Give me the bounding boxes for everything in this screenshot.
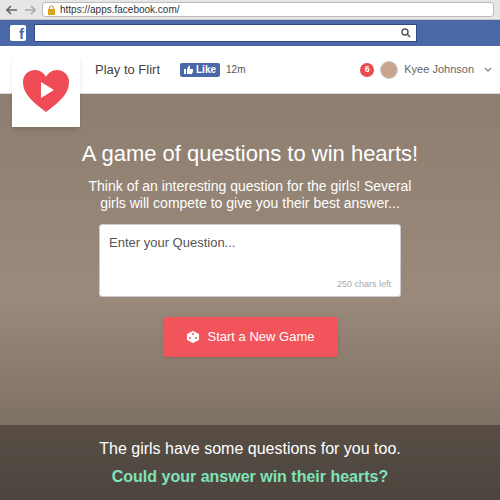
hero-title: A game of questions to win hearts!: [82, 140, 418, 168]
like-count: 12m: [226, 62, 245, 77]
question-input[interactable]: [109, 233, 391, 279]
thumbs-up-icon: [184, 65, 193, 74]
lock-icon: [47, 5, 56, 15]
notification-badge[interactable]: 6: [360, 63, 374, 77]
char-counter: 250 chars left: [337, 278, 391, 292]
facebook-logo[interactable]: f: [10, 25, 26, 41]
question-box: 250 chars left: [99, 224, 401, 297]
page: https://apps.facebook.com/ f Play to Fli…: [0, 0, 500, 500]
forward-icon[interactable]: [24, 5, 36, 15]
user-name[interactable]: Kyee Johnson: [404, 61, 474, 78]
footer-line: The girls have some questions for you to…: [99, 437, 401, 461]
address-bar[interactable]: https://apps.facebook.com/: [42, 2, 494, 17]
dice-icon: [186, 330, 200, 344]
footer-tagline: Could your answer win their hearts?: [112, 465, 389, 489]
start-game-label: Start a New Game: [208, 327, 315, 347]
footer-strip: The girls have some questions for you to…: [0, 425, 500, 500]
facebook-logo-text: f: [19, 26, 24, 41]
back-icon[interactable]: [6, 5, 18, 15]
browser-bar: https://apps.facebook.com/: [0, 0, 500, 20]
chevron-down-icon[interactable]: [484, 67, 492, 73]
app-name: Play to Flirt: [95, 60, 160, 80]
facebook-bar: f: [0, 20, 500, 46]
hero: A game of questions to win hearts! Think…: [0, 94, 500, 500]
notification-count: 6: [365, 65, 370, 74]
facebook-search[interactable]: [34, 24, 417, 42]
user-menu[interactable]: 6 Kyee Johnson: [360, 61, 492, 79]
url-text: https://apps.facebook.com/: [60, 5, 180, 15]
like-button[interactable]: Like: [180, 63, 220, 77]
avatar[interactable]: [380, 61, 398, 79]
like-group: Like 12m: [180, 62, 245, 77]
app-logo[interactable]: [12, 55, 80, 127]
heart-play-icon: [21, 68, 71, 114]
like-label: Like: [196, 65, 216, 75]
search-icon[interactable]: [401, 28, 411, 38]
hero-subtitle: Think of an interesting question for the…: [85, 178, 415, 212]
start-game-button[interactable]: Start a New Game: [163, 317, 338, 357]
